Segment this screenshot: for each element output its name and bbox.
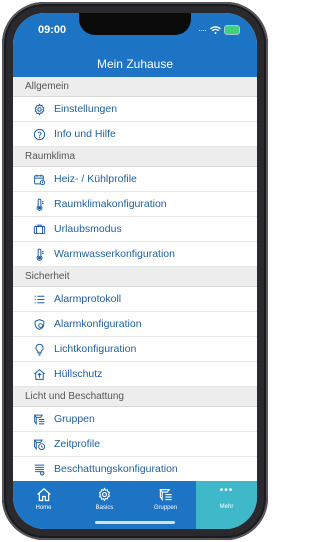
signal-icon: ···· <box>198 25 207 35</box>
menu-item-warmwasserkonfiguration[interactable]: Warmwasserkonfiguration <box>13 242 257 267</box>
suitcase-icon <box>32 222 46 236</box>
wifi-icon <box>210 26 221 34</box>
menu-item-alarmkonfiguration[interactable]: Alarmkonfiguration <box>13 312 257 337</box>
calendar-icon <box>32 172 46 186</box>
menu-item-label: Info und Hilfe <box>54 128 116 140</box>
menu-item-zeitprofile[interactable]: Zeitprofile <box>13 432 257 457</box>
menu-item-heiz-kuehlprofile[interactable]: Heiz- / Kühlprofile <box>13 167 257 192</box>
menu-item-label: Raumklimakonfiguration <box>54 198 167 210</box>
page-title: Mein Zuhause <box>96 57 174 71</box>
nav-bar: Mein Zuhause <box>13 55 257 77</box>
menu-item-einstellungen[interactable]: Einstellungen <box>13 97 257 122</box>
phone-frame: 09:00 ···· Mein Zuhause Allgemein Einste… <box>2 2 268 540</box>
tab-mehr[interactable]: ••• Mehr <box>196 481 257 529</box>
menu-item-huellschutz[interactable]: Hüllschutz <box>13 362 257 387</box>
alarm-shield-icon <box>32 317 46 331</box>
settings-list: Allgemein Einstellungen Info und Hilfe R… <box>13 77 257 482</box>
section-header-licht-und-beschattung: Licht und Beschattung <box>13 387 257 407</box>
section-header-sicherheit: Sicherheit <box>13 267 257 287</box>
home-icon <box>36 487 52 505</box>
tab-label: Gruppen <box>153 505 178 511</box>
menu-item-label: Hüllschutz <box>54 368 103 380</box>
help-icon <box>32 127 46 141</box>
status-time: 09:00 <box>38 24 67 36</box>
menu-item-label: Einstellungen <box>54 103 118 115</box>
shutter-icon <box>32 462 46 476</box>
tab-label: Mehr <box>219 504 234 510</box>
menu-item-info-und-hilfe[interactable]: Info und Hilfe <box>13 122 257 147</box>
thermometer-icon <box>32 197 46 211</box>
menu-item-gruppen[interactable]: Gruppen <box>13 407 257 432</box>
status-icons: ···· <box>198 25 239 35</box>
home-indicator[interactable] <box>95 521 175 524</box>
tab-label: Basics <box>95 505 114 511</box>
menu-item-label: Zeitprofile <box>54 438 101 450</box>
list-icon <box>32 292 46 306</box>
gear-icon <box>97 487 112 505</box>
menu-item-alarmprotokoll[interactable]: Alarmprotokoll <box>13 287 257 312</box>
menu-item-beschattungskonfiguration[interactable]: Beschattungskonfiguration <box>13 457 257 482</box>
bulb-icon <box>32 342 46 356</box>
menu-item-label: Alarmprotokoll <box>54 293 122 305</box>
more-icon: ••• <box>219 485 234 496</box>
notch <box>79 13 191 35</box>
menu-item-label: Heiz- / Kühlprofile <box>54 173 137 185</box>
tab-label: Home <box>35 505 52 511</box>
groups-icon <box>158 487 174 505</box>
menu-item-label: Lichtkonfiguration <box>54 343 137 355</box>
thermometer-icon <box>32 247 46 261</box>
tab-home[interactable]: Home <box>13 481 74 529</box>
screen: 09:00 ···· Mein Zuhause Allgemein Einste… <box>13 13 257 529</box>
section-header-allgemein: Allgemein <box>13 77 257 97</box>
house-shield-icon <box>32 367 46 381</box>
menu-item-label: Urlaubsmodus <box>54 223 122 235</box>
battery-icon <box>225 26 239 34</box>
groups-icon <box>32 412 46 426</box>
section-header-raumklima: Raumklima <box>13 147 257 167</box>
menu-item-label: Beschattungskonfiguration <box>54 463 178 475</box>
menu-item-lichtkonfiguration[interactable]: Lichtkonfiguration <box>13 337 257 362</box>
gear-icon <box>32 102 46 116</box>
timeprofile-icon <box>32 437 46 451</box>
menu-item-label: Gruppen <box>54 413 95 425</box>
menu-item-label: Warmwasserkonfiguration <box>54 248 175 260</box>
menu-item-raumklimakonfiguration[interactable]: Raumklimakonfiguration <box>13 192 257 217</box>
menu-item-label: Alarmkonfiguration <box>54 318 142 330</box>
menu-item-urlaubsmodus[interactable]: Urlaubsmodus <box>13 217 257 242</box>
